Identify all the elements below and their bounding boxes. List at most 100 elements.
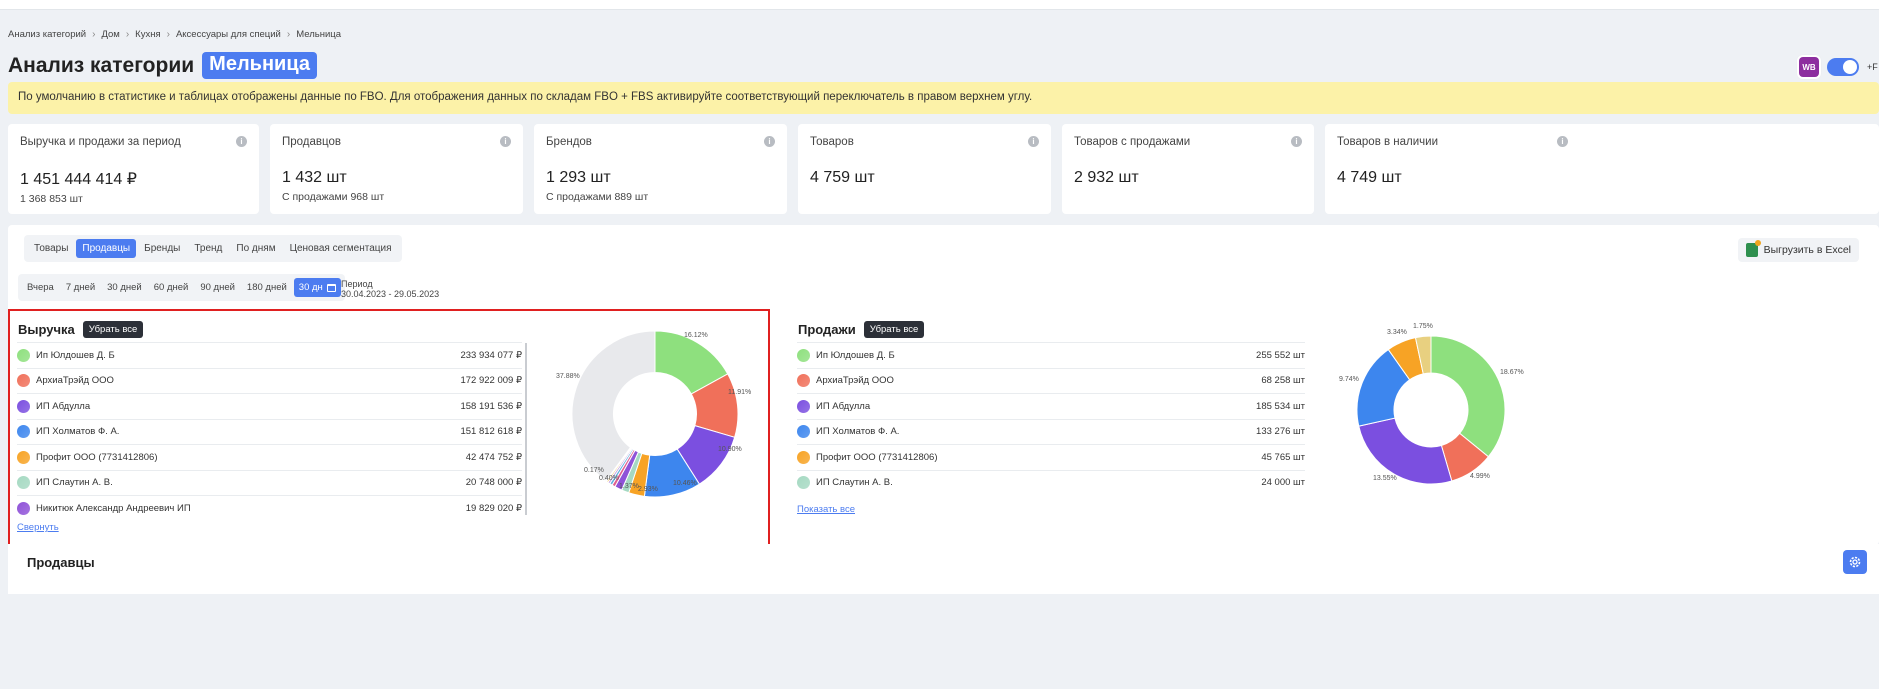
seller-name: ИП Абдулла: [36, 400, 91, 412]
stat-value: 4 759 шт: [810, 169, 875, 186]
seller-name: АрхиаТрэйд ООО: [36, 375, 114, 387]
chevron-right-icon: ›: [166, 29, 170, 40]
tab-sellers[interactable]: Продавцы: [76, 239, 137, 258]
donut-slice[interactable]: [1430, 335, 1506, 458]
breadcrumb-item-home[interactable]: Дом: [101, 29, 119, 40]
fbs-toggle[interactable]: [1827, 58, 1859, 76]
show-all-link[interactable]: Показать все: [797, 504, 855, 515]
tab-by-days[interactable]: По дням: [230, 239, 281, 258]
tab-products[interactable]: Товары: [28, 239, 74, 258]
seller-value: 24 000 шт: [1261, 477, 1305, 489]
info-icon[interactable]: i: [1557, 136, 1568, 147]
toggle-label: +F: [1867, 62, 1878, 72]
period-yesterday[interactable]: Вчера: [22, 278, 59, 297]
breadcrumb-item-categories[interactable]: Анализ категорий: [8, 29, 86, 40]
stat-label: Брендов: [546, 136, 592, 148]
breadcrumb-item-kitchen[interactable]: Кухня: [135, 29, 160, 40]
info-notice: По умолчанию в статистике и таблицах ото…: [8, 82, 1879, 114]
calendar-icon: [326, 283, 336, 292]
seller-value: 42 474 752 ₽: [465, 451, 522, 463]
list-item[interactable]: ИП Слаутин А. В. 20 748 000 ₽: [17, 469, 522, 496]
seller-name: Профит ООО (7731412806): [36, 451, 158, 463]
breadcrumb-item-spice-accessories[interactable]: Аксессуары для специй: [176, 29, 281, 40]
color-dot-icon[interactable]: [797, 374, 810, 388]
stat-card-products-with-sales: Товаров с продажами i 2 932 шт: [1062, 124, 1314, 214]
stat-value: 1 432 шт: [282, 169, 347, 186]
seller-name: ИП Холматов Ф. А.: [816, 426, 900, 438]
color-dot-icon[interactable]: [17, 348, 30, 362]
list-item[interactable]: АрхиаТрэйд ООО 172 922 009 ₽: [17, 367, 522, 394]
tab-trend[interactable]: Тренд: [188, 239, 228, 258]
info-icon[interactable]: i: [1291, 136, 1302, 147]
info-icon[interactable]: i: [500, 136, 511, 147]
donut-label: 18.67%: [1500, 369, 1524, 376]
color-dot-icon[interactable]: [797, 348, 810, 362]
period-info: Период 30.04.2023 - 29.05.2023: [341, 279, 439, 299]
color-dot-icon[interactable]: [797, 399, 810, 413]
scrollbar[interactable]: [525, 343, 527, 515]
list-item[interactable]: Ип Юлдошев Д. Б 255 552 шт: [797, 342, 1305, 368]
info-icon[interactable]: i: [764, 136, 775, 147]
period-custom[interactable]: 30 дн: [293, 278, 341, 297]
view-tabs: Товары Продавцы Бренды Тренд По дням Цен…: [24, 235, 402, 262]
color-dot-icon[interactable]: [17, 399, 30, 413]
revenue-header: Выручка Убрать все: [18, 321, 144, 338]
stat-label: Товаров: [810, 136, 854, 148]
chevron-right-icon: ›: [92, 29, 96, 40]
period-7-days[interactable]: 7 дней: [61, 278, 100, 297]
sales-clear-button[interactable]: Убрать все: [863, 321, 925, 338]
collapse-link[interactable]: Свернуть: [17, 522, 59, 533]
color-dot-icon[interactable]: [17, 425, 30, 439]
export-excel-button[interactable]: Выгрузить в Excel: [1737, 238, 1859, 262]
donut-label: 11.91%: [728, 389, 752, 396]
list-item[interactable]: ИП Холматов Ф. А. 151 812 618 ₽: [17, 418, 522, 445]
sales-list: Ип Юлдошев Д. Б 255 552 шт АрхиаТрэйд ООО 6…: [797, 342, 1305, 495]
stat-card-revenue: Выручка и продажи за период i 1 451 444 …: [8, 124, 259, 214]
seller-value: 133 276 шт: [1256, 426, 1305, 438]
period-180-days[interactable]: 180 дней: [242, 278, 292, 297]
info-icon[interactable]: i: [1028, 136, 1039, 147]
breadcrumb-item-current: Мельница: [296, 29, 341, 40]
donut-label: 1.75%: [1413, 323, 1433, 330]
list-item[interactable]: Профит ООО (7731412806) 42 474 752 ₽: [17, 444, 522, 470]
list-item[interactable]: АрхиаТрэйд ООО 68 258 шт: [797, 367, 1305, 394]
color-dot-icon[interactable]: [17, 501, 30, 515]
seller-name: ИП Абдулла: [816, 400, 871, 412]
list-item[interactable]: Ип Юлдошев Д. Б 233 934 077 ₽: [17, 342, 522, 368]
tab-price-segmentation[interactable]: Ценовая сегментация: [284, 239, 398, 258]
period-30-days[interactable]: 30 дней: [102, 278, 147, 297]
sellers-section: Продавцы: [8, 544, 1879, 594]
revenue-clear-button[interactable]: Убрать все: [82, 321, 144, 338]
seller-value: 185 534 шт: [1256, 400, 1305, 412]
seller-name: ИП Слаутин А. В.: [816, 477, 893, 489]
color-dot-icon[interactable]: [17, 476, 30, 490]
list-item[interactable]: Никитюк Александр Андреевич ИП 19 829 020…: [17, 495, 522, 521]
settings-button[interactable]: [1843, 550, 1867, 574]
donut-label: 9.74%: [1339, 376, 1359, 383]
donut-label: 37.88%: [556, 373, 580, 380]
stat-value: 2 932 шт: [1074, 169, 1139, 186]
color-dot-icon[interactable]: [797, 450, 810, 464]
color-dot-icon[interactable]: [17, 450, 30, 464]
breadcrumb: Анализ категорий › Дом › Кухня › Аксессу…: [8, 29, 341, 40]
list-item[interactable]: Профит ООО (7731412806) 45 765 шт: [797, 444, 1305, 470]
info-icon[interactable]: i: [236, 136, 247, 147]
sales-donut-chart: [1356, 335, 1506, 485]
list-item[interactable]: ИП Абдулла 158 191 536 ₽: [17, 393, 522, 419]
color-dot-icon[interactable]: [797, 476, 810, 490]
color-dot-icon[interactable]: [17, 374, 30, 388]
list-item[interactable]: ИП Холматов Ф. А. 133 276 шт: [797, 418, 1305, 445]
donut-label: 13.55%: [1373, 475, 1397, 482]
chevron-right-icon: ›: [286, 29, 291, 40]
color-dot-icon[interactable]: [797, 425, 810, 439]
period-60-days[interactable]: 60 дней: [149, 278, 194, 297]
seller-value: 255 552 шт: [1256, 349, 1305, 361]
top-bar: [0, 0, 1879, 10]
stat-value: 4 749 шт: [1337, 169, 1402, 186]
stat-card-brands: Брендов i 1 293 шт С продажами 889 шт: [534, 124, 787, 214]
tab-brands[interactable]: Бренды: [138, 239, 186, 258]
seller-value: 151 812 618 ₽: [460, 426, 522, 438]
list-item[interactable]: ИП Слаутин А. В. 24 000 шт: [797, 469, 1305, 496]
list-item[interactable]: ИП Абдулла 185 534 шт: [797, 393, 1305, 419]
period-90-days[interactable]: 90 дней: [195, 278, 240, 297]
